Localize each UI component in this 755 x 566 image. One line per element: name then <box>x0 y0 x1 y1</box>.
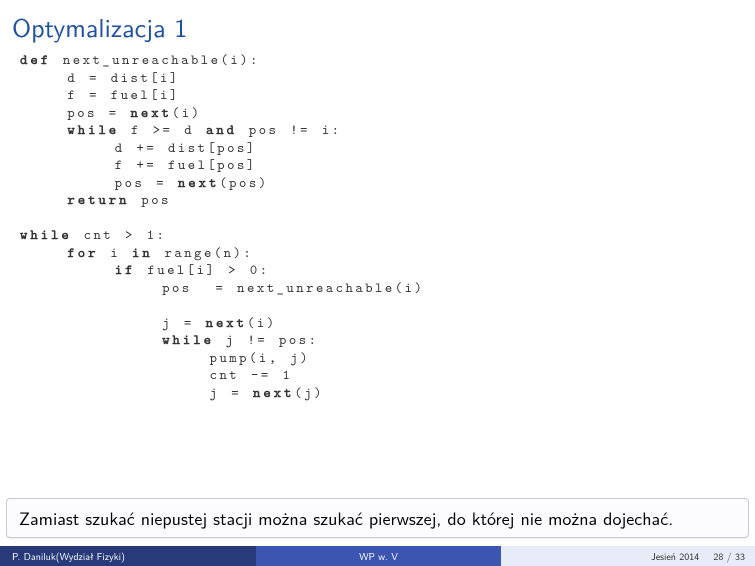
note-box: Zamiast szukać niepustej stacji można sz… <box>6 498 749 539</box>
note-text: Zamiast szukać niepustej stacji można sz… <box>19 504 673 531</box>
footer-right: Jesień 2014 28 / 33 <box>501 546 755 566</box>
footer-middle-text: WP w. V <box>359 549 398 564</box>
slide-title: Optymalizacja 1 <box>0 0 755 52</box>
footer-author-text: P. Daniluk(Wydział Fizyki) <box>12 549 125 564</box>
footer-page: 28 / 33 <box>713 549 745 564</box>
footer-author: P. Daniluk(Wydział Fizyki) <box>0 546 256 566</box>
footer-term: Jesień 2014 <box>651 549 699 564</box>
footer-middle: WP w. V <box>256 546 500 566</box>
footer: P. Daniluk(Wydział Fizyki) WP w. V Jesie… <box>0 546 755 566</box>
slide: Optymalizacja 1 def next_unreachable(i):… <box>0 0 755 566</box>
code-block: def next_unreachable(i): d = dist[i] f =… <box>0 52 755 402</box>
